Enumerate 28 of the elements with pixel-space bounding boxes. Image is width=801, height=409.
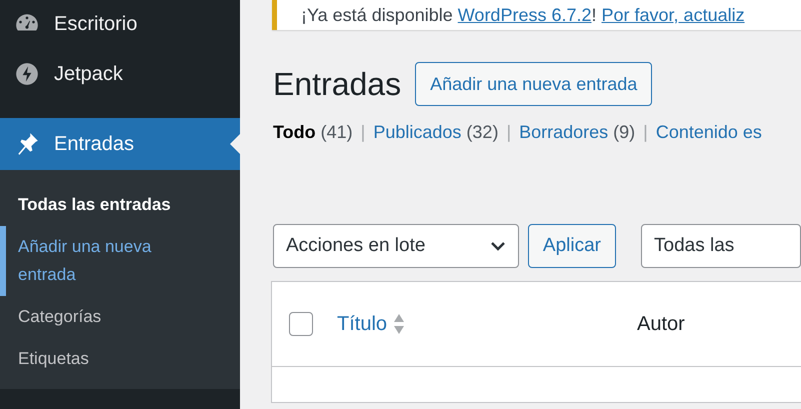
status-filter-link[interactable]: Contenido es [656,122,762,143]
apply-button[interactable]: Aplicar [528,224,616,268]
separator: | [360,122,366,143]
status-filter-link[interactable]: Todo (41) [273,122,353,143]
column-header-link[interactable]: Título [337,312,388,336]
lightning-icon [14,61,40,87]
status-filter-link[interactable]: Borradores (9) [519,122,636,143]
add-new-button[interactable]: Añadir una nueva entrada [415,62,652,106]
menu-item[interactable]: Escritorio [0,0,240,48]
notice-text: ¡Ya está disponible WordPress 6.7.2! Por favor, actualiz [301,4,745,26]
date-filter-dropdown[interactable]: Todas las [641,224,801,268]
submenu-item[interactable]: Categorías [0,296,196,338]
current-indicator [230,134,240,154]
chevron-down-icon [490,241,506,251]
version-link[interactable]: WordPress 6.7.2 [458,4,592,24]
column-header: Autor [637,312,685,336]
submenu-item[interactable]: Añadir una nueva entrada [0,226,196,296]
submenu-item[interactable]: Etiquetas [0,338,196,380]
bulk-actions-dropdown[interactable]: Acciones en lote [273,224,519,268]
separator: | [643,122,648,143]
page-title: Entradas [273,66,402,102]
submenu-item[interactable]: Todas las entradas [0,184,236,226]
separator: | [506,122,512,143]
select-all-checkbox[interactable] [289,312,313,336]
update-link[interactable]: Por favor, actualiz [602,4,745,24]
status-filter-link[interactable]: Publicados (32) [373,122,498,143]
menu-item[interactable]: Jetpack [0,48,240,100]
menu-item[interactable]: Entradas [0,118,240,170]
